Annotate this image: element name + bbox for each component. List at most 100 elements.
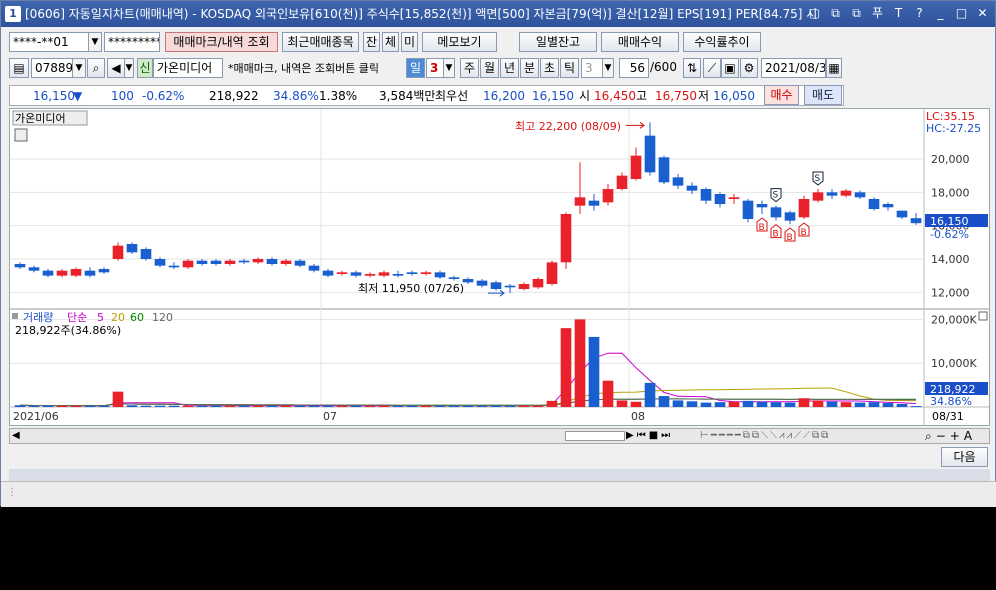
- candle-body: [882, 204, 894, 208]
- next-button[interactable]: 다음: [941, 447, 988, 467]
- search-icon[interactable]: ⌕: [87, 58, 105, 78]
- mark-query-button[interactable]: 매매마크/내역 조회: [165, 32, 278, 52]
- volume-bar: [378, 405, 390, 407]
- pane-close-icon[interactable]: [978, 311, 988, 321]
- date-label: 08: [631, 410, 645, 423]
- count-input[interactable]: 56: [619, 58, 649, 78]
- open-label: 시: [579, 89, 591, 103]
- period-day-button[interactable]: 일: [406, 58, 425, 78]
- gear-icon[interactable]: ⚙: [740, 58, 758, 78]
- period-minute-button[interactable]: 분: [520, 58, 539, 78]
- unfilled-button[interactable]: 미: [401, 32, 418, 52]
- playback-icons[interactable]: ▶⏮■⏭: [626, 430, 673, 441]
- volume-bar: [266, 405, 278, 407]
- close-icon[interactable]: ✕: [974, 5, 991, 22]
- current-price: 16,150: [33, 89, 75, 103]
- volume-tick-label: 10,000K: [931, 357, 977, 370]
- window-copy-icon[interactable]: ⧉: [848, 5, 865, 22]
- chevron-down-icon[interactable]: ▼: [72, 58, 86, 78]
- balance-button[interactable]: 잔: [363, 32, 380, 52]
- candle-body: [434, 272, 446, 278]
- trade-amount: 3,584백만: [379, 89, 436, 103]
- price-chart-svg[interactable]: BB B BSS 가온미디어 LC:35.15 HC:-27.25 20,00018…: [10, 109, 989, 425]
- volume-bar: [518, 405, 530, 407]
- candle-body: [686, 185, 698, 191]
- scroll-left-icon[interactable]: ◀: [12, 430, 20, 441]
- calendar-icon[interactable]: ▦: [826, 58, 842, 78]
- buy-button[interactable]: 매수: [764, 85, 799, 105]
- candle-body: [154, 259, 166, 266]
- period-month-button[interactable]: 월: [480, 58, 499, 78]
- volume-bar: [350, 405, 362, 407]
- scroll-thumb[interactable]: [565, 431, 625, 441]
- save-icon[interactable]: ▣: [721, 58, 739, 78]
- date-input[interactable]: 2021/08/31: [761, 58, 826, 78]
- period-week-button[interactable]: 주: [460, 58, 479, 78]
- sell-button[interactable]: 매도: [804, 85, 842, 105]
- bid-price: 16,150: [532, 89, 574, 103]
- candle-body: [182, 260, 194, 268]
- minimize-icon[interactable]: _: [932, 5, 949, 22]
- low-label: 저: [698, 89, 710, 103]
- volume-bar: [672, 400, 684, 407]
- volume-bar: [182, 405, 194, 407]
- candle-body: [504, 285, 516, 288]
- chevron-down-icon[interactable]: ▼: [443, 58, 455, 78]
- grid-toggle-icon[interactable]: [14, 128, 28, 142]
- period-tick-button[interactable]: 틱: [560, 58, 579, 78]
- help-icon[interactable]: ?: [911, 5, 928, 22]
- date-right: 08/31: [932, 410, 964, 423]
- pin-icon[interactable]: 푸: [869, 5, 886, 22]
- memo-button[interactable]: 메모보기: [422, 32, 497, 52]
- volume-bar: [154, 405, 166, 407]
- password-field[interactable]: *********: [104, 32, 160, 52]
- volume-bar: [742, 400, 754, 407]
- app-icon[interactable]: 1: [5, 6, 21, 22]
- draw-line-icon[interactable]: ⟋: [703, 58, 721, 78]
- price-tick-label: 20,000: [931, 153, 970, 166]
- trade-profit-button[interactable]: 매매수익: [601, 32, 679, 52]
- maximize-icon[interactable]: □: [953, 5, 970, 22]
- candle-body: [126, 244, 138, 253]
- account-select[interactable]: ****-**01: [9, 32, 89, 52]
- buy-mark-glyph: B: [787, 233, 793, 243]
- candle-body: [490, 282, 502, 289]
- title-bar[interactable]: 1 [0606] 자동일지차트(매매내역) - KOSDAQ 외국인보유[610…: [1, 1, 995, 27]
- daily-balance-button[interactable]: 일별잔고: [519, 32, 597, 52]
- period-interval[interactable]: 3: [426, 58, 444, 78]
- volume-bar: [686, 401, 698, 407]
- filled-button[interactable]: 체: [382, 32, 399, 52]
- yield-trend-button[interactable]: 수익률추이: [683, 32, 761, 52]
- tick-value[interactable]: 3: [581, 58, 603, 78]
- volume-bar: [476, 405, 488, 407]
- chevron-down-icon[interactable]: ▼: [602, 58, 614, 78]
- period-second-button[interactable]: 초: [540, 58, 559, 78]
- window-link-icon[interactable]: ⧉: [827, 5, 844, 22]
- volume-bar: [868, 402, 880, 407]
- volume-bar: [784, 402, 796, 407]
- chart-type-icon[interactable]: ⇅: [683, 58, 701, 78]
- candle-body: [672, 177, 684, 186]
- stock-code-input[interactable]: 078890: [31, 58, 73, 78]
- candle-body: [462, 279, 474, 283]
- change-percent: -0.62%: [142, 89, 185, 103]
- stock-label[interactable]: 가온미디어: [15, 112, 66, 125]
- volume-bar: [434, 405, 446, 407]
- candle-body: [392, 274, 404, 276]
- recent-trades-button[interactable]: 최근매매종목: [282, 32, 359, 52]
- volume-label: 거래량: [23, 311, 53, 324]
- volume-bar: [462, 405, 474, 407]
- zoom-icons[interactable]: ⌕−+A: [925, 429, 976, 444]
- chevron-down-icon[interactable]: ▼: [88, 32, 102, 52]
- chart-scrollbar[interactable]: ◀ ▶⏮■⏭ ⊢━━━━⧉⧉⟍⟍⩘⩘⟋⟋⧉⧉ ⌕−+A: [9, 428, 990, 444]
- period-year-button[interactable]: 년: [500, 58, 519, 78]
- speaker-icon[interactable]: ◀: [107, 58, 125, 78]
- candle-body: [266, 259, 278, 264]
- font-icon[interactable]: T: [890, 5, 907, 22]
- chevron-down-icon[interactable]: ▼: [124, 58, 134, 78]
- stock-list-icon[interactable]: ▤: [9, 58, 29, 78]
- restore-icon[interactable]: ▢: [806, 5, 823, 22]
- drawing-tools-icons[interactable]: ⊢━━━━⧉⧉⟍⟍⩘⩘⟋⟋⧉⧉: [700, 430, 830, 441]
- chart-area[interactable]: BBBBSS 가온미디어 LC:35.15 HC:-27.25 20,000 18…: [9, 108, 990, 426]
- volume-bar: [42, 405, 54, 407]
